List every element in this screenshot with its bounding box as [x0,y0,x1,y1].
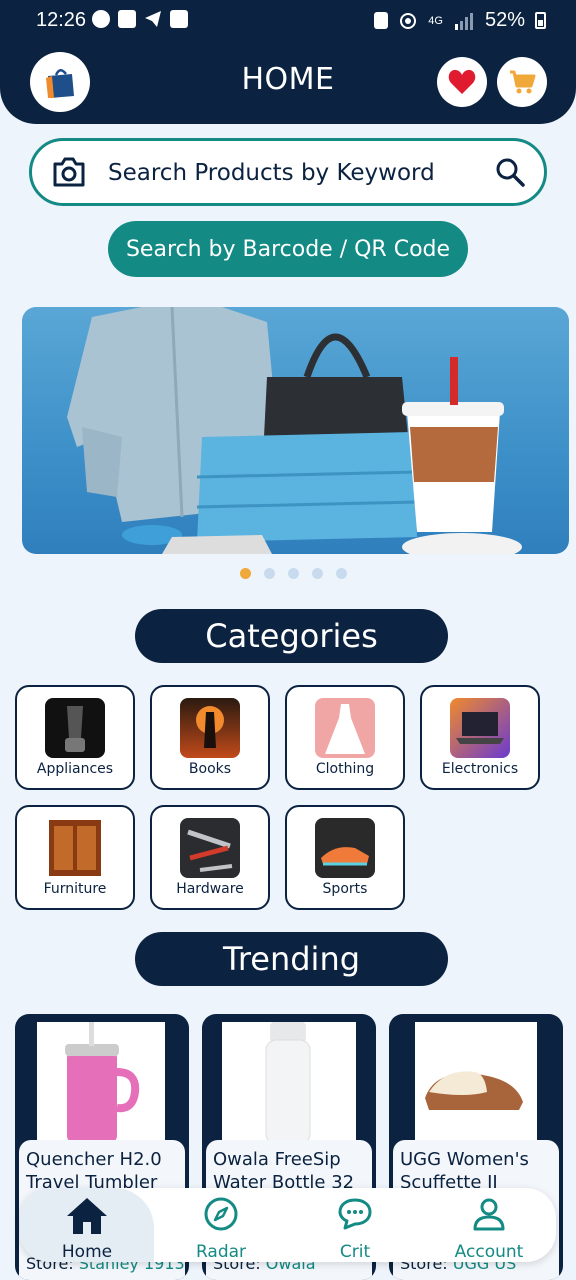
page-title: HOME [241,62,335,97]
notification-icons [92,10,188,28]
banner-dot[interactable] [264,568,275,579]
search-placeholder: Search Products by Keyword [108,160,435,186]
checkbox-icon [118,10,136,28]
product-name-line1: Quencher H2.0 [26,1149,162,1170]
battery-icon [535,12,546,29]
product-image [222,1022,356,1146]
books-thumbnail [180,698,240,758]
nav-home[interactable]: Home [20,1188,154,1262]
nav-label: Account [454,1242,524,1262]
category-label: Appliances [36,761,114,777]
signal-icon [454,12,473,30]
appliances-thumbnail [45,698,105,758]
category-label: Electronics [441,761,519,777]
battery-percent: 52% [484,9,525,31]
nav-radar[interactable]: Radar [154,1188,288,1262]
category-electronics[interactable]: Electronics [420,685,540,790]
category-label: Furniture [43,881,107,897]
bottom-navigation: Home Radar Crit Account [20,1188,556,1262]
trending-heading: Trending [135,932,448,986]
cart-icon [510,70,536,94]
heart-icon [448,69,476,94]
banner-dot[interactable] [240,568,251,579]
product-image [415,1022,537,1146]
category-clothing[interactable]: Clothing [285,685,405,790]
nav-account[interactable]: Account [422,1188,556,1262]
cart-button[interactable] [497,57,547,107]
product-name-line1: Owala FreeSip [213,1149,341,1170]
status-time: 12:26 [36,9,87,31]
image-icon [170,10,188,28]
category-label: Sports [322,881,368,897]
category-books[interactable]: Books [150,685,270,790]
search-input[interactable]: Search Products by Keyword [29,138,547,206]
category-label: Hardware [176,881,244,897]
status-bar: 12:26 4G 52% [0,0,576,42]
banner-dot[interactable] [312,568,323,579]
globe-icon [92,10,110,28]
user-icon [473,1198,505,1231]
product-name-line1: UGG Women's [400,1149,529,1170]
electronics-thumbnail [450,698,510,758]
status-right: 4G 52% [374,9,546,32]
furniture-thumbnail [45,818,105,878]
network-type: 4G [428,14,443,27]
banner-dot[interactable] [288,568,299,579]
app-header: 12:26 4G 52% HOME [0,0,576,124]
banner-pagination[interactable] [240,568,347,579]
category-sports[interactable]: Sports [285,805,405,910]
category-furniture[interactable]: Furniture [15,805,135,910]
category-appliances[interactable]: Appliances [15,685,135,790]
category-label: Clothing [315,761,375,777]
nav-label: Home [61,1242,113,1262]
telegram-icon [144,10,162,28]
banner-image [67,307,522,554]
search-icon[interactable] [494,156,526,188]
favorites-button[interactable] [437,57,487,107]
compass-icon [204,1197,238,1231]
home-icon [67,1198,107,1234]
sports-thumbnail [315,818,375,878]
categories-heading: Categories [135,609,448,663]
clothing-thumbnail [315,698,375,758]
hardware-thumbnail [180,818,240,878]
nav-label: Crit [339,1242,371,1262]
barcode-search-button[interactable]: Search by Barcode / QR Code [108,221,468,277]
chat-icon [338,1198,372,1230]
nav-label: Radar [195,1242,247,1262]
promo-banner[interactable] [22,307,569,554]
banner-dot[interactable] [336,568,347,579]
nav-crit[interactable]: Crit [288,1188,422,1262]
camera-icon[interactable] [52,156,86,188]
category-label: Books [188,761,232,777]
hotspot-icon [400,12,417,29]
category-hardware[interactable]: Hardware [150,805,270,910]
nfc-icon [374,12,389,29]
product-image [37,1022,165,1146]
